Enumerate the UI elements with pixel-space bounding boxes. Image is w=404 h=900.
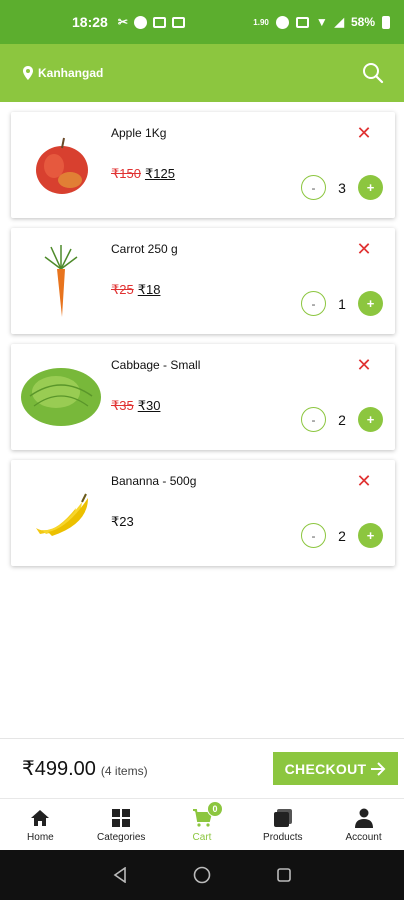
cart-item-count: (4 items): [100, 763, 148, 778]
price-row: ₹25 ₹18: [111, 282, 160, 298]
quantity-stepper: - 2 +: [301, 407, 383, 432]
quantity-value: 1: [338, 295, 346, 312]
app-header: Kanhangad: [0, 44, 404, 102]
status-left-icons: ✂: [118, 15, 185, 29]
back-icon[interactable]: [112, 867, 128, 883]
nav-categories[interactable]: Categories: [81, 799, 162, 850]
nav-cart[interactable]: 0 Cart: [162, 799, 243, 850]
gallery-icon: [171, 16, 185, 28]
cart-item: Carrot 250 g ₹25 ₹18 ✕ - 1 +: [11, 228, 395, 334]
location-selector[interactable]: Kanhangad: [22, 66, 103, 80]
increase-quantity-button[interactable]: +: [358, 175, 383, 200]
decrease-quantity-button[interactable]: -: [301, 175, 326, 200]
data-saver-icon: [275, 15, 289, 29]
arrow-right-icon: [371, 761, 386, 776]
signal-icon: ◢: [334, 15, 344, 29]
cart-badge: 0: [206, 800, 223, 817]
checkout-button[interactable]: CHECKOUT: [273, 752, 398, 785]
recents-icon[interactable]: [276, 867, 292, 883]
nav-products[interactable]: Products: [242, 799, 323, 850]
item-name: Bananna - 500g: [111, 474, 197, 488]
status-time: 18:28: [72, 14, 108, 30]
nav-cart-label: Cart: [192, 831, 212, 843]
battery-level: 58%: [350, 15, 375, 29]
increase-quantity-button[interactable]: +: [358, 407, 383, 432]
remove-item-button[interactable]: ✕: [355, 124, 373, 142]
banana-image: [23, 474, 101, 552]
remove-item-button[interactable]: ✕: [355, 472, 373, 490]
cart-list: Apple 1Kg ₹150 ₹125 ✕ - 3 + Carrot 250 g…: [11, 112, 395, 576]
item-name: Apple 1Kg: [111, 126, 167, 140]
status-right-icons: 1.90 ▼ ◢ 58%: [253, 15, 390, 29]
cart-item: Apple 1Kg ₹150 ₹125 ✕ - 3 +: [11, 112, 395, 218]
home-icon: [29, 807, 51, 829]
quantity-stepper: - 2 +: [301, 523, 383, 548]
net-speed: 1.90: [253, 17, 269, 27]
location-pin-icon: [23, 66, 33, 80]
wifi-icon: ▼: [315, 15, 328, 29]
status-bar: 18:28 ✂ 1.90 ▼ ◢ 58%: [0, 0, 404, 44]
price-discounted: ₹125: [144, 166, 175, 181]
price-row: ₹150 ₹125: [111, 166, 175, 182]
quantity-stepper: - 3 +: [301, 175, 383, 200]
location-label: Kanhangad: [38, 66, 104, 80]
price-original: ₹35: [111, 398, 134, 413]
laptop-icon: [152, 16, 166, 28]
checkout-bar: ₹499.00 (4 items) CHECKOUT: [0, 738, 404, 798]
increase-quantity-button[interactable]: +: [358, 291, 383, 316]
quantity-value: 2: [338, 411, 346, 428]
cart-item: Bananna - 500g ₹23 ✕ - 2 +: [11, 460, 395, 566]
decrease-quantity-button[interactable]: -: [301, 407, 326, 432]
volte-icon: [295, 16, 309, 28]
nav-home-label: Home: [27, 831, 54, 843]
price-original: ₹150: [111, 166, 141, 181]
cabbage-image: [19, 358, 103, 436]
quantity-stepper: - 1 +: [301, 291, 383, 316]
quantity-value: 2: [338, 527, 346, 544]
price-original: ₹25: [111, 282, 134, 297]
quantity-value: 3: [338, 179, 346, 196]
user-icon: [353, 807, 375, 829]
decrease-quantity-button[interactable]: -: [301, 291, 326, 316]
nav-products-label: Products: [263, 831, 303, 843]
remove-item-button[interactable]: ✕: [355, 356, 373, 374]
search-icon: [363, 63, 384, 84]
apple-image: [23, 126, 101, 204]
grid-icon: [110, 807, 132, 829]
price-discounted: ₹30: [137, 398, 161, 413]
nav-account-label: Account: [345, 831, 382, 843]
price: ₹23: [111, 514, 134, 529]
battery-icon: [382, 15, 390, 29]
missed-call-icon: ✂: [117, 15, 128, 29]
increase-quantity-button[interactable]: +: [358, 523, 383, 548]
products-icon: [272, 807, 294, 829]
cart-total: ₹499.00: [22, 758, 96, 780]
cart-item: Cabbage - Small ₹35 ₹30 ✕ - 2 +: [11, 344, 395, 450]
checkout-label: CHECKOUT: [284, 760, 367, 777]
decrease-quantity-button[interactable]: -: [301, 523, 326, 548]
whatsapp-icon: [133, 15, 147, 29]
nav-categories-label: Categories: [97, 831, 146, 843]
price-discounted: ₹18: [137, 282, 161, 297]
home-circle-icon[interactable]: [193, 866, 211, 884]
item-name: Cabbage - Small: [111, 358, 201, 372]
search-button[interactable]: [360, 60, 386, 86]
item-name: Carrot 250 g: [111, 242, 178, 256]
nav-home[interactable]: Home: [0, 799, 81, 850]
price-row: ₹23: [111, 514, 134, 530]
price-row: ₹35 ₹30: [111, 398, 160, 414]
bottom-nav: Home Categories 0 Cart Products Account: [0, 798, 404, 850]
nav-account[interactable]: Account: [323, 799, 404, 850]
remove-item-button[interactable]: ✕: [355, 240, 373, 258]
system-nav-bar: [0, 850, 404, 900]
cart-icon: 0: [191, 800, 223, 829]
carrot-image: [23, 242, 101, 320]
